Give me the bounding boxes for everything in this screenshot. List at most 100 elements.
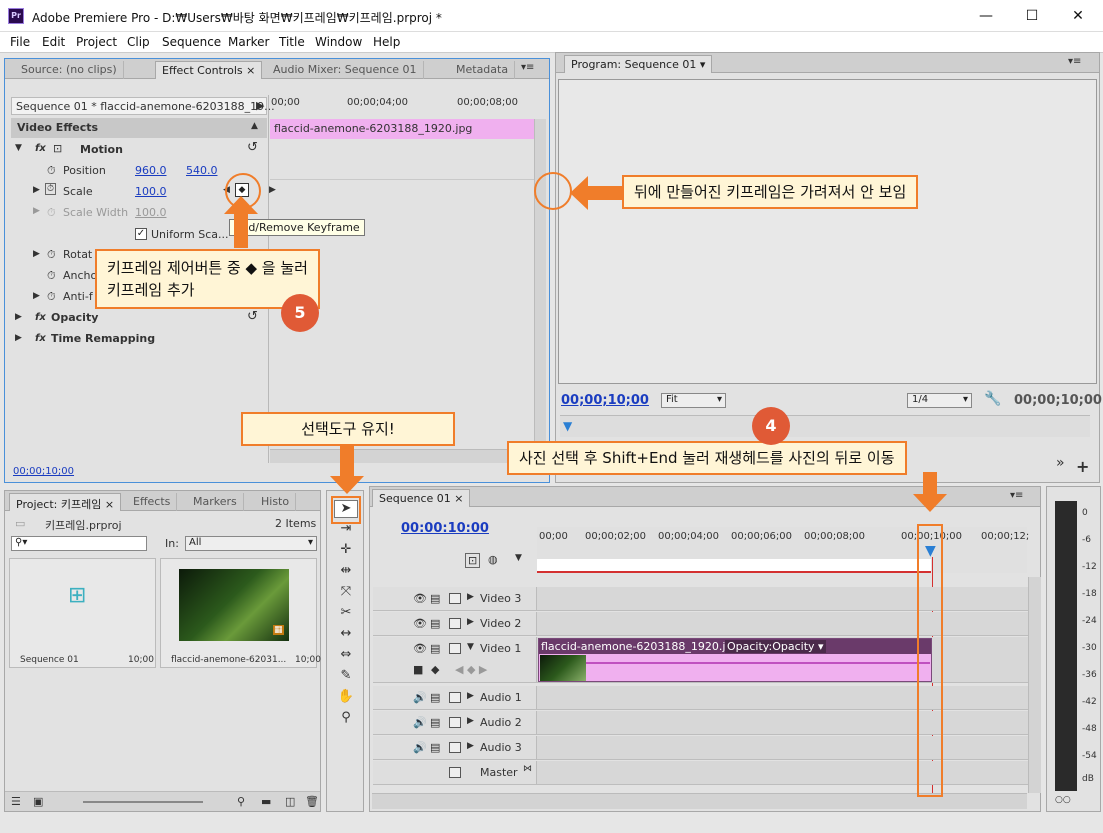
lock-box-icon[interactable] — [449, 593, 461, 604]
eye-icon[interactable]: 👁 — [413, 617, 427, 630]
uniform-scale-checkbox[interactable]: ✓ — [135, 228, 147, 240]
menu-clip[interactable]: Clip — [127, 35, 150, 49]
master-expand-icon[interactable]: ⋈ — [523, 764, 532, 774]
zoom-tool-icon[interactable]: ⚲ — [334, 710, 358, 728]
menu-file[interactable]: File — [10, 35, 30, 49]
expand-motion-icon[interactable]: ▼ — [15, 143, 22, 153]
filmstrip-icon[interactable]: ▤ — [430, 642, 440, 655]
panel-menu-icon[interactable]: ▾≡ — [1010, 490, 1023, 501]
maximize-button[interactable]: ☐ — [1009, 0, 1055, 32]
find-icon[interactable]: ⚲ — [237, 795, 245, 808]
icon-view-icon[interactable]: ▣ — [33, 795, 43, 808]
keyframe-marker-icon[interactable]: ▼ — [515, 553, 522, 563]
menu-marker[interactable]: Marker — [228, 35, 269, 49]
tab-history[interactable]: Histo — [255, 493, 297, 511]
display-style-icon[interactable]: ■ — [413, 663, 423, 676]
pen-tool-icon[interactable]: ✎ — [334, 668, 358, 686]
menu-help[interactable]: Help — [373, 35, 400, 49]
tab-effect-controls[interactable]: Effect Controls × — [155, 61, 263, 79]
expand-track-icon[interactable]: ▶ — [467, 741, 474, 751]
tab-markers[interactable]: Markers — [187, 493, 244, 511]
rate-stretch-tool-icon[interactable]: ⤧ — [334, 584, 358, 602]
play-triangle-icon[interactable]: ▶ — [256, 99, 264, 112]
quality-dropdown[interactable]: 1/4 ▾ — [907, 393, 972, 408]
lock-box-icon[interactable] — [449, 717, 461, 728]
panel-menu-icon[interactable]: ▾≡ — [521, 62, 534, 73]
motion-transform-icon[interactable]: ⊡ — [53, 142, 62, 155]
scale-value[interactable]: 100.0 — [135, 185, 167, 198]
expand-track-icon[interactable]: ▶ — [467, 691, 474, 701]
expand-scale-width-icon[interactable]: ▶ — [33, 206, 40, 216]
collapse-track-icon[interactable]: ▼ — [467, 642, 474, 652]
search-input[interactable]: ⚲▾ — [11, 536, 147, 551]
lock-box-icon[interactable] — [449, 692, 461, 703]
position-x-value[interactable]: 960.0 — [135, 164, 167, 177]
position-y-value[interactable]: 540.0 — [186, 164, 218, 177]
fx-icon[interactable]: fx — [35, 333, 46, 344]
stopwatch-icon[interactable]: ⏱ — [47, 290, 56, 304]
marker-icon[interactable]: ◍ — [488, 553, 498, 566]
stopwatch-icon[interactable]: ⏱ — [47, 164, 56, 178]
slip-tool-icon[interactable]: ↔ — [334, 626, 358, 644]
close-button[interactable]: ✕ — [1055, 0, 1101, 32]
menu-sequence[interactable]: Sequence — [162, 35, 221, 49]
trash-icon[interactable]: 🗑 — [305, 795, 319, 808]
expand-anti-flicker-icon[interactable]: ▶ — [33, 291, 40, 301]
stopwatch-active-icon[interactable]: ⏱ — [45, 183, 57, 195]
next-keyframe-icon[interactable]: ▶ — [269, 185, 276, 195]
menu-window[interactable]: Window — [315, 35, 362, 49]
program-scrubber[interactable] — [560, 415, 1090, 437]
timeline-v-scrollbar[interactable] — [1028, 577, 1041, 793]
vertical-scrollbar[interactable] — [534, 119, 546, 463]
speaker-icon[interactable]: 🔊 — [413, 741, 427, 754]
in-dropdown[interactable]: All ▾ — [185, 536, 317, 551]
eye-icon[interactable]: 👁 — [413, 642, 427, 655]
new-bin-icon[interactable]: ▬ — [261, 795, 271, 808]
fit-dropdown[interactable]: Fit ▾ — [661, 393, 726, 408]
stopwatch-icon[interactable]: ⏱ — [47, 248, 56, 262]
filmstrip-icon[interactable]: ▤ — [430, 617, 440, 630]
fx-icon[interactable]: fx — [35, 312, 46, 323]
close-tab-icon[interactable]: × — [246, 64, 255, 77]
solo-icon[interactable]: ○○ — [1055, 795, 1071, 805]
hand-tool-icon[interactable]: ✋ — [334, 689, 358, 707]
zoom-slider[interactable] — [83, 801, 203, 803]
expand-track-icon[interactable]: ▶ — [467, 592, 474, 602]
program-timecode[interactable]: 00;00;10;00 — [561, 393, 649, 408]
eye-icon[interactable]: 👁 — [413, 592, 427, 605]
reset-icon[interactable]: ↺ — [247, 309, 258, 324]
tab-source[interactable]: Source: (no clips) — [15, 61, 124, 79]
tab-sequence-01[interactable]: Sequence 01 × — [372, 489, 471, 507]
filmstrip-icon[interactable]: ▤ — [430, 716, 440, 729]
menu-project[interactable]: Project — [76, 35, 117, 49]
expand-scale-icon[interactable]: ▶ — [33, 185, 40, 195]
lock-box-icon[interactable] — [449, 643, 461, 654]
sequence-item[interactable]: ⊞ Sequence 01 10;00 — [9, 558, 156, 668]
keyframe-nav-icon[interactable]: ◀ ◆ ▶ — [455, 663, 487, 676]
image-item[interactable]: ▦ flaccid-anemone-62031... 10;00 — [160, 558, 321, 668]
speaker-icon[interactable]: 🔊 — [413, 691, 427, 704]
work-area-bar[interactable] — [537, 559, 931, 573]
lock-box-icon[interactable] — [449, 618, 461, 629]
list-view-icon[interactable]: ☰ — [11, 795, 21, 808]
timeline-timecode[interactable]: 00:00:10:00 — [401, 521, 489, 536]
razor-tool-icon[interactable]: ✂ — [334, 605, 358, 623]
new-item-icon[interactable]: ◫ — [285, 795, 295, 808]
playhead-icon[interactable]: ▼ — [563, 419, 572, 433]
stopwatch-icon[interactable]: ⏱ — [47, 269, 56, 283]
filmstrip-icon[interactable]: ▤ — [430, 592, 440, 605]
tab-project[interactable]: Project: 키프레임 × — [9, 493, 122, 511]
menu-title[interactable]: Title — [279, 35, 305, 49]
panel-menu-icon[interactable]: ▾≡ — [1068, 56, 1081, 67]
rolling-edit-tool-icon[interactable]: ⇹ — [334, 563, 358, 581]
tab-effects[interactable]: Effects — [127, 493, 178, 511]
expand-track-icon[interactable]: ▶ — [467, 716, 474, 726]
expand-time-remap-icon[interactable]: ▶ — [15, 333, 22, 343]
opacity-rubber-band[interactable] — [586, 662, 930, 664]
slide-tool-icon[interactable]: ⇔ — [334, 647, 358, 665]
expand-track-icon[interactable]: ▶ — [467, 617, 474, 627]
ec-timecode[interactable]: 00;00;10;00 — [13, 466, 74, 477]
timeline-clip[interactable]: flaccid-anemone-6203188_1920.jpg Opacity… — [538, 638, 932, 682]
tab-program[interactable]: Program: Sequence 01 ▾ — [564, 55, 713, 73]
lock-box-icon[interactable] — [449, 742, 461, 753]
